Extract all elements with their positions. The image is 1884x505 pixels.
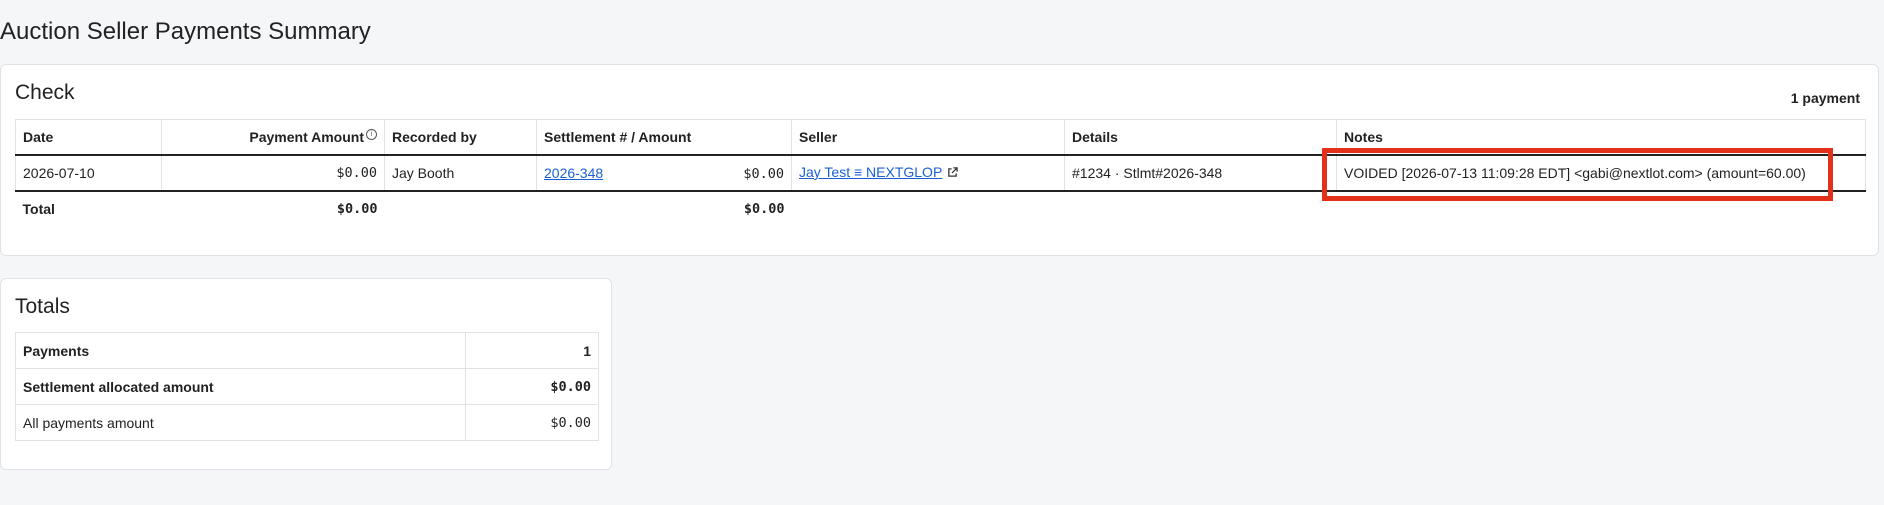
cell-settlement-amount: $0.00 bbox=[743, 165, 784, 182]
external-link-icon[interactable] bbox=[947, 165, 959, 181]
cell-details: #1234 · Stlmt#2026-348 bbox=[1064, 154, 1337, 192]
totals-card: Totals Payments 1 Settlement allocated a… bbox=[0, 278, 612, 470]
totals-row-value: 1 bbox=[465, 332, 599, 369]
payment-count: 1 payment bbox=[1790, 90, 1860, 106]
col-header-details[interactable]: Details bbox=[1064, 119, 1337, 156]
cell-seller: Jay Test ≡ NEXTGLOP bbox=[791, 154, 1065, 192]
settlement-link[interactable]: 2026-348 bbox=[544, 165, 603, 181]
totals-row: All payments amount $0.00 bbox=[15, 404, 599, 441]
col-header-settlement[interactable]: Settlement # / Amount bbox=[536, 119, 792, 156]
check-section-title: Check bbox=[15, 81, 75, 104]
cell-settlement: 2026-348 $0.00 bbox=[536, 154, 792, 192]
total-label: Total bbox=[22, 201, 55, 217]
totals-row-value: $0.00 bbox=[465, 404, 599, 441]
cell-recorded-by: Jay Booth bbox=[384, 154, 537, 192]
page-title: Auction Seller Payments Summary bbox=[0, 18, 371, 45]
total-payment-amount: $0.00 bbox=[336, 201, 378, 217]
totals-row: Payments 1 bbox=[15, 332, 599, 369]
notes-highlight-box bbox=[1322, 148, 1833, 201]
info-circle-icon[interactable]: i bbox=[366, 129, 377, 141]
totals-section-title: Totals bbox=[15, 295, 70, 318]
cell-date: 2026-07-10 bbox=[15, 154, 162, 192]
col-header-date[interactable]: Date bbox=[15, 119, 162, 156]
seller-link[interactable]: Jay Test ≡ NEXTGLOP bbox=[799, 164, 942, 180]
totals-table: Payments 1 Settlement allocated amount $… bbox=[15, 332, 599, 441]
total-settlement-amount: $0.00 bbox=[743, 201, 785, 217]
cell-payment-amount: $0.00 bbox=[161, 154, 385, 192]
totals-row-value: $0.00 bbox=[465, 368, 599, 405]
col-header-recorded-by[interactable]: Recorded by bbox=[384, 119, 537, 156]
totals-row-label: Settlement allocated amount bbox=[15, 368, 466, 405]
col-header-payment-amount[interactable]: Payment Amount i bbox=[161, 119, 385, 156]
totals-row-label: All payments amount bbox=[15, 404, 466, 441]
col-header-seller[interactable]: Seller bbox=[791, 119, 1065, 156]
totals-row-label: Payments bbox=[15, 332, 466, 369]
totals-row: Settlement allocated amount $0.00 bbox=[15, 368, 599, 405]
